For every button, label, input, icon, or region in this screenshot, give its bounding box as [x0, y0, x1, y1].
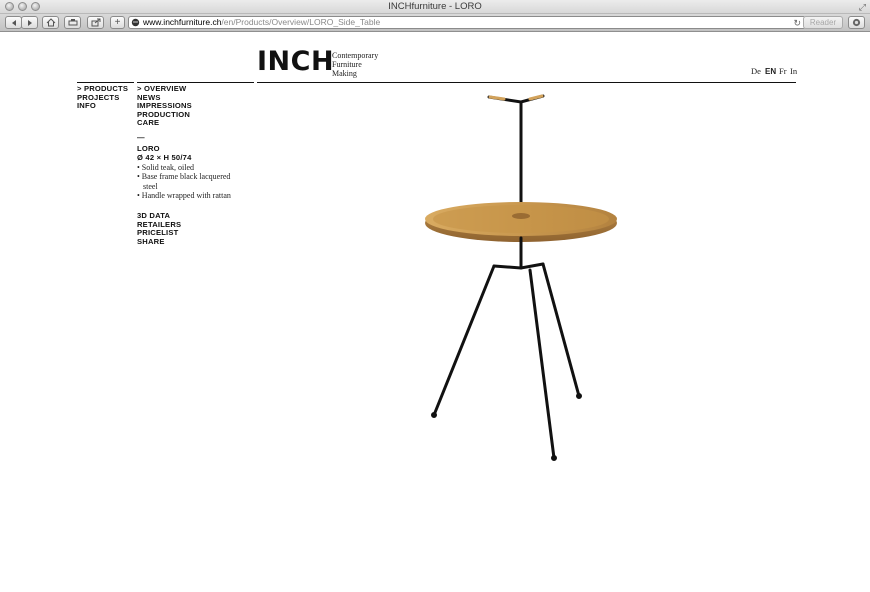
home-button[interactable] — [42, 16, 59, 29]
back-arrow-icon — [11, 19, 16, 26]
product-dash: — — [137, 133, 145, 142]
reader-button[interactable]: Reader — [803, 16, 843, 29]
main-nav: > PRODUCTS PROJECTS INFO — [77, 84, 128, 111]
product-dimensions: Ø 42 × H 50/74 — [137, 153, 192, 162]
url-path: /en/Products/Overview/LORO_Side_Table — [221, 17, 381, 27]
tagline-line: Making — [332, 69, 357, 78]
teak-tray — [425, 202, 617, 242]
feature-item: • Solid teak, oiled — [137, 163, 195, 172]
brand-tagline: Contemporary Furniture Making — [332, 51, 378, 78]
print-icon — [68, 19, 77, 26]
browser-toolbar: + www.inchfurniture.ch/en/Products/Overv… — [0, 14, 870, 32]
feature-item: steel — [143, 181, 158, 191]
add-bookmark-button[interactable]: + — [110, 16, 125, 29]
downloads-button[interactable] — [848, 16, 865, 29]
tagline-line: Furniture — [332, 60, 362, 69]
home-icon — [46, 18, 55, 27]
reload-icon[interactable]: ↻ — [793, 18, 801, 28]
subnav-item-care[interactable]: CARE — [137, 119, 192, 128]
address-bar[interactable]: www.inchfurniture.ch/en/Products/Overvie… — [128, 16, 806, 29]
share-page-button[interactable] — [87, 16, 104, 29]
language-en[interactable]: EN — [765, 67, 776, 76]
downloads-icon — [852, 18, 861, 27]
subnav-rule — [137, 82, 254, 83]
tagline-line: Contemporary — [332, 51, 379, 60]
product-features: • Solid teak, oiled • Base frame black l… — [137, 163, 231, 200]
back-button[interactable] — [5, 16, 22, 29]
window-titlebar: INCHfurniture - LORO ⤢ — [0, 0, 870, 14]
fullscreen-icon[interactable]: ⤢ — [859, 2, 866, 13]
brand-logo[interactable]: INCH — [257, 48, 334, 76]
site-icon — [131, 18, 140, 27]
rattan-handle — [487, 94, 545, 104]
share-icon — [91, 18, 100, 27]
product-links: 3D DATA RETAILERS PRICELIST SHARE — [137, 211, 181, 247]
feature-item: • Base frame black lacquered — [137, 172, 231, 182]
language-in[interactable]: In — [790, 66, 797, 76]
forward-button[interactable] — [21, 16, 38, 29]
forward-arrow-icon — [27, 19, 32, 26]
sub-nav: > OVERVIEW NEWS IMPRESSIONS PRODUCTION C… — [137, 84, 192, 128]
link-share[interactable]: SHARE — [137, 237, 181, 247]
header-rule — [257, 82, 796, 83]
steel-base — [431, 236, 582, 461]
nav-item-info[interactable]: INFO — [77, 102, 128, 111]
window-title: INCHfurniture - LORO — [388, 1, 482, 12]
language-de[interactable]: De — [751, 66, 761, 76]
product-image — [425, 94, 617, 461]
print-button[interactable] — [64, 16, 81, 29]
url-domain: www.inchfurniture.ch — [143, 17, 222, 27]
plus-icon: + — [114, 16, 121, 28]
feature-item: • Handle wrapped with rattan — [137, 190, 231, 200]
nav-rule — [77, 82, 134, 83]
language-fr[interactable]: Fr — [779, 66, 787, 76]
